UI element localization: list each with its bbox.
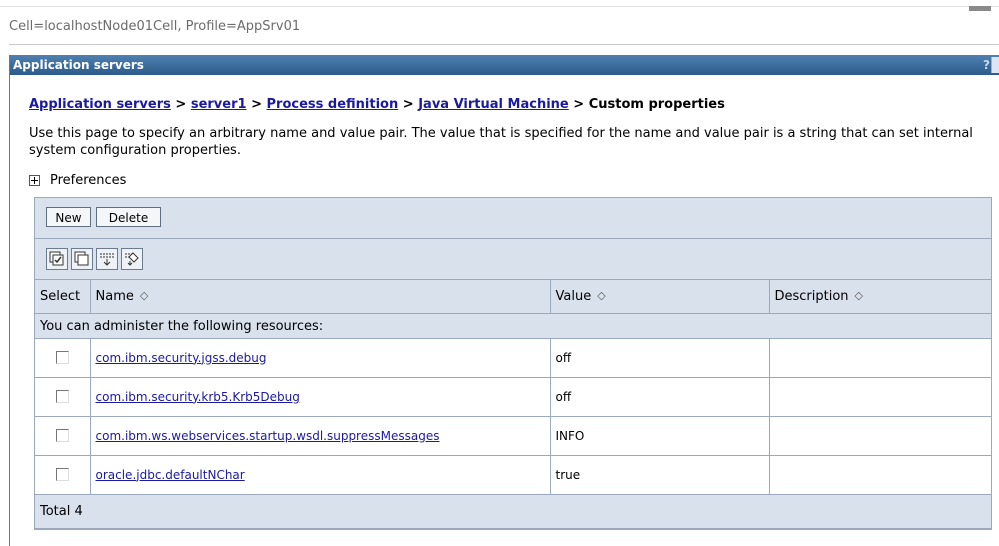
help-button[interactable]: ? bbox=[983, 55, 990, 75]
table-row: oracle.jdbc.defaultNChar true bbox=[35, 455, 991, 495]
description-cell bbox=[769, 455, 991, 495]
value-cell: true bbox=[550, 455, 770, 495]
breadcrumb-separator: > bbox=[573, 97, 585, 112]
description-cell bbox=[769, 338, 991, 378]
show-filter-icon[interactable] bbox=[96, 248, 118, 270]
column-header-name[interactable]: Name ◇ bbox=[90, 280, 551, 314]
info-row: You can administer the following resourc… bbox=[35, 313, 991, 339]
select-cell bbox=[35, 416, 91, 456]
name-cell: oracle.jdbc.defaultNChar bbox=[90, 455, 551, 495]
value-cell: off bbox=[550, 377, 770, 417]
property-name-link[interactable]: com.ibm.security.jgss.debug bbox=[96, 351, 267, 365]
property-name-link[interactable]: com.ibm.ws.webservices.startup.wsdl.supp… bbox=[96, 429, 440, 443]
column-header-value-label: Value bbox=[555, 289, 592, 304]
portlet-title-bar: Application servers ? bbox=[10, 55, 999, 75]
value-cell: INFO bbox=[550, 416, 770, 456]
icon-toolbar bbox=[35, 239, 991, 280]
row-checkbox[interactable] bbox=[55, 351, 69, 364]
value-cell: off bbox=[550, 338, 770, 378]
page-description: Use this page to specify an arbitrary na… bbox=[29, 126, 973, 158]
select-all-icon[interactable] bbox=[46, 248, 68, 270]
deselect-all-icon[interactable] bbox=[71, 248, 93, 270]
property-name-link[interactable]: com.ibm.security.krb5.Krb5Debug bbox=[96, 390, 300, 404]
column-header-select: Select bbox=[35, 280, 91, 314]
description-cell bbox=[769, 416, 991, 456]
total-label: Total 4 bbox=[35, 494, 991, 529]
breadcrumb-server1[interactable]: server1 bbox=[191, 97, 247, 112]
minimize-button[interactable] bbox=[991, 57, 999, 73]
new-button[interactable]: New bbox=[46, 207, 91, 227]
breadcrumb-process-definition[interactable]: Process definition bbox=[267, 97, 399, 112]
clear-filter-icon[interactable] bbox=[121, 248, 143, 270]
scrollbar-thumb[interactable] bbox=[969, 6, 991, 11]
select-cell bbox=[35, 377, 91, 417]
sort-icon[interactable]: ◇ bbox=[140, 289, 148, 302]
name-cell: com.ibm.ws.webservices.startup.wsdl.supp… bbox=[90, 416, 551, 456]
delete-button[interactable]: Delete bbox=[96, 207, 161, 227]
select-cell bbox=[35, 455, 91, 495]
expand-plus-icon bbox=[29, 175, 40, 186]
cell-profile-label: Cell=localhostNode01Cell, Profile=AppSrv… bbox=[9, 19, 301, 34]
column-header-description-label: Description bbox=[774, 289, 849, 304]
breadcrumb-current: Custom properties bbox=[588, 97, 725, 112]
portlet-title: Application servers bbox=[13, 58, 144, 72]
name-cell: com.ibm.security.jgss.debug bbox=[90, 338, 551, 378]
row-checkbox[interactable] bbox=[55, 468, 69, 481]
table-row: com.ibm.security.krb5.Krb5Debug off bbox=[35, 377, 991, 417]
select-cell bbox=[35, 338, 91, 378]
custom-properties-collection: New Delete Select Name ◇ Value ◇ Descrip… bbox=[34, 197, 992, 530]
breadcrumb-separator: > bbox=[402, 97, 414, 112]
preferences-label: Preferences bbox=[50, 173, 127, 188]
description-cell bbox=[769, 377, 991, 417]
total-row: Total 4 bbox=[35, 494, 991, 529]
header-divider bbox=[9, 44, 999, 45]
properties-table: Select Name ◇ Value ◇ Description ◇ You can… bbox=[35, 280, 991, 529]
row-checkbox[interactable] bbox=[55, 429, 69, 442]
breadcrumb-application-servers[interactable]: Application servers bbox=[29, 97, 171, 112]
breadcrumb-separator: > bbox=[175, 97, 187, 112]
name-cell: com.ibm.security.krb5.Krb5Debug bbox=[90, 377, 551, 417]
button-toolbar: New Delete bbox=[35, 198, 991, 239]
table-header-row: Select Name ◇ Value ◇ Description ◇ bbox=[35, 280, 991, 314]
table-row: com.ibm.ws.webservices.startup.wsdl.supp… bbox=[35, 416, 991, 456]
property-name-link[interactable]: oracle.jdbc.defaultNChar bbox=[96, 468, 245, 482]
column-header-value[interactable]: Value ◇ bbox=[550, 280, 770, 314]
column-header-description[interactable]: Description ◇ bbox=[769, 280, 991, 314]
column-header-name-label: Name bbox=[95, 289, 134, 304]
top-scroll-area bbox=[0, 0, 999, 7]
breadcrumb-java-virtual-machine[interactable]: Java Virtual Machine bbox=[418, 97, 569, 112]
breadcrumb: Application servers > server1 > Process … bbox=[29, 97, 725, 112]
row-checkbox[interactable] bbox=[55, 390, 69, 403]
info-text: You can administer the following resourc… bbox=[35, 313, 991, 339]
sort-icon[interactable]: ◇ bbox=[855, 289, 863, 302]
sort-icon[interactable]: ◇ bbox=[597, 289, 605, 302]
preferences-toggle[interactable]: Preferences bbox=[29, 173, 126, 188]
breadcrumb-separator: > bbox=[251, 97, 262, 112]
table-row: com.ibm.security.jgss.debug off bbox=[35, 338, 991, 378]
